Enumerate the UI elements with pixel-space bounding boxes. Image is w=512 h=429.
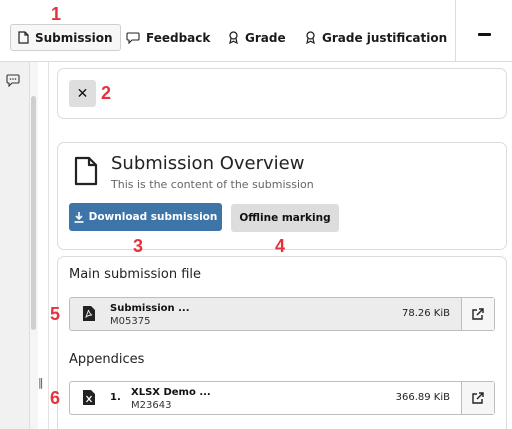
open-external-button[interactable] [461, 382, 494, 414]
annotation-marker: 6 [50, 388, 61, 408]
page-title: Submission Overview [111, 153, 305, 174]
close-button[interactable]: ✕ [69, 80, 96, 107]
award-icon [305, 31, 316, 44]
annotation-marker: 5 [50, 304, 61, 324]
document-icon [18, 31, 29, 44]
annotation-marker: 4 [275, 236, 286, 256]
download-submission-button[interactable]: Download submission [69, 203, 222, 231]
document-icon [74, 156, 98, 190]
file-id: M23643 [131, 400, 172, 411]
tab-label: Grade [245, 30, 286, 45]
download-icon [74, 211, 84, 223]
appendix-number: 1. [110, 392, 121, 403]
comment-icon[interactable] [6, 72, 20, 91]
offline-marking-button[interactable]: Offline marking [231, 204, 339, 232]
excel-file-icon [83, 390, 95, 409]
left-rail [0, 62, 30, 429]
pane-divider [48, 62, 49, 429]
download-label: Download submission [88, 211, 218, 223]
annotation-marker: 1 [51, 4, 62, 24]
file-id: M05375 [110, 316, 151, 327]
file-name: Submission ... [110, 303, 190, 314]
file-size: 78.26 KiB [401, 308, 450, 319]
award-icon [228, 31, 239, 44]
main-file-row[interactable]: Submission ... M05375 78.26 KiB [69, 297, 495, 331]
file-size: 366.89 KiB [395, 392, 450, 403]
resize-handle-icon[interactable]: ‖ [38, 376, 44, 389]
tab-submission[interactable]: Submission [10, 24, 121, 51]
tab-label: Grade justification [322, 30, 448, 45]
tab-feedback[interactable]: Feedback [126, 24, 210, 51]
page-subtitle: This is the content of the submission [111, 178, 314, 191]
close-icon: ✕ [76, 85, 89, 102]
pdf-file-icon [83, 306, 95, 325]
appendices-heading: Appendices [69, 352, 145, 367]
external-link-icon [472, 389, 484, 408]
tab-bar: Submission Feedback Grade Grade justific… [0, 0, 512, 62]
tab-label: Submission [35, 30, 113, 45]
annotation-marker: 3 [133, 236, 144, 256]
tab-grade[interactable]: Grade [228, 24, 286, 51]
annotation-marker: 2 [101, 83, 112, 103]
tab-grade-justification[interactable]: Grade justification [305, 24, 447, 51]
main-file-heading: Main submission file [69, 267, 201, 282]
external-link-icon [472, 305, 484, 324]
open-external-button[interactable] [461, 298, 494, 330]
close-card [57, 68, 507, 119]
scrollbar-thumb[interactable] [31, 96, 36, 330]
appendix-row[interactable]: 1. XLSX Demo ... M23643 366.89 KiB [69, 381, 495, 415]
tab-label: Feedback [146, 30, 211, 45]
topbar-divider [455, 0, 456, 62]
speech-bubble-icon [126, 31, 140, 44]
minimize-icon[interactable] [478, 33, 491, 36]
file-name: XLSX Demo ... [131, 387, 211, 398]
